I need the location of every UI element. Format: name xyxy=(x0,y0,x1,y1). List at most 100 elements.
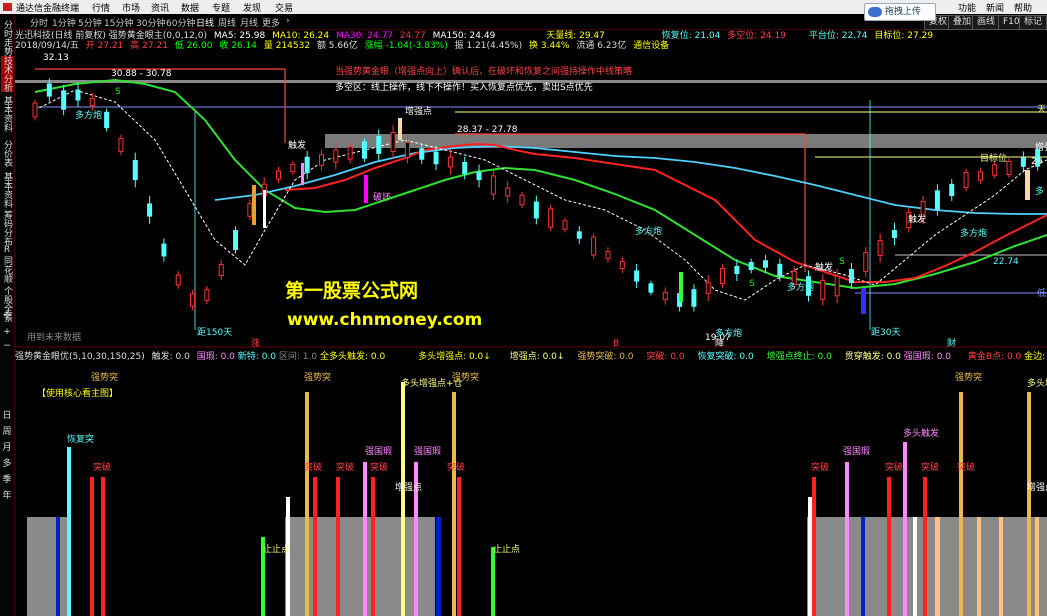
zoom-in-icon[interactable]: + xyxy=(1,326,13,338)
white-marker-bar xyxy=(263,190,266,228)
sidebar-tab-fenshi[interactable]: 分时走势 xyxy=(1,20,13,56)
sidebar-tab-jiben[interactable]: 基本资料 xyxy=(1,96,13,132)
candle-body xyxy=(75,89,81,101)
gold-marker-bar xyxy=(252,185,256,225)
mark-jiang: 降 xyxy=(715,337,724,348)
right-duo-label: 多 xyxy=(1035,185,1044,197)
candle-body xyxy=(490,175,496,195)
menu-item-xinwen[interactable]: 新闻 xyxy=(986,1,1004,14)
candle-body xyxy=(977,171,983,181)
candle-body xyxy=(433,151,439,165)
indicator-bar xyxy=(935,517,940,616)
candle-body xyxy=(89,97,95,107)
period-year-button[interactable]: 年 xyxy=(1,490,13,502)
menu-item-shuju[interactable]: 数据 xyxy=(181,1,199,14)
candle-body xyxy=(777,263,783,277)
menu-item-zhuanti[interactable]: 专题 xyxy=(212,1,230,14)
price-chart[interactable]: 当强势黄金眼（增强点向上）确认后，在破坏和恢复之间强持操作中线策略 多空区：线上… xyxy=(15,50,1047,348)
chevron-right-icon[interactable]: › xyxy=(286,16,290,26)
left-sidebar: 分时走势 技术分析 基本资料 分价表 基本资料 筹码分布 R 同花顺 个股全景 … xyxy=(0,14,15,616)
menu-item-jiaoyi[interactable]: 交易 xyxy=(275,1,293,14)
indicator-bar xyxy=(1035,517,1039,616)
cloud-icon xyxy=(868,7,882,17)
candle-body xyxy=(863,252,869,272)
candle-body xyxy=(763,260,769,268)
menu-item-faxian[interactable]: 发现 xyxy=(243,1,261,14)
zengqiang-label: 增强点 xyxy=(405,105,432,117)
indicator-bar xyxy=(305,392,309,616)
candle-body xyxy=(1020,157,1026,167)
huaxian-button[interactable]: 画线 xyxy=(972,15,1001,30)
pink-marker xyxy=(301,163,304,185)
period-multi-button[interactable]: 多 xyxy=(1,458,13,470)
sidebar-tab-chouma[interactable]: 筹码分布 xyxy=(1,210,13,246)
candle-body xyxy=(1006,160,1012,176)
zoom-out-icon[interactable]: − xyxy=(1,340,13,352)
s-marker-2: S xyxy=(839,257,845,267)
watermark-url: www.chnmoney.com xyxy=(287,310,483,330)
upload-button[interactable]: 拖拽上传 xyxy=(864,3,936,21)
menu-item-bangzhu[interactable]: 帮助 xyxy=(1014,1,1032,14)
tupo-label-7: 突破 xyxy=(885,461,903,473)
ind-huifu: 恢复突破: 0.0 xyxy=(697,352,754,362)
biaoji-button[interactable]: 标记 xyxy=(1019,15,1047,30)
candle-body xyxy=(161,243,167,257)
chufa-label-2: 触发 xyxy=(815,261,833,273)
candle-body xyxy=(333,149,339,163)
rsi-icon[interactable]: R xyxy=(1,244,13,256)
period-day-button[interactable]: 日 xyxy=(1,410,13,422)
candle-body xyxy=(519,194,525,206)
candle-body xyxy=(562,220,568,230)
period-season-button[interactable]: 季 xyxy=(1,474,13,486)
sidebar-tab-jiben2[interactable]: 基本资料 xyxy=(1,172,13,208)
ind-qiangshi: 强势突破: 0.0 xyxy=(577,352,634,362)
high-price-label: 32.13 xyxy=(43,53,69,63)
candle-body xyxy=(318,154,324,166)
target-price-label: 29 xyxy=(1031,157,1043,167)
indicator-bar xyxy=(861,517,865,616)
huifutu-label: 恢复突 xyxy=(67,433,94,445)
qiangguo-label-1: 强国瑕 xyxy=(365,446,392,457)
candle-body xyxy=(61,90,67,110)
indicator-bar xyxy=(67,447,71,616)
indicator-bar xyxy=(887,477,891,616)
candle-body xyxy=(748,262,754,270)
indicator-bar xyxy=(959,392,963,616)
sidebar-tab-fenjia[interactable]: 分价表 xyxy=(1,140,13,167)
period-month-button[interactable]: 月 xyxy=(1,442,13,454)
indicator-chart[interactable]: 【使用核心看主图】 强势突 恢复突 突破 强势突 突破 突破 强国瑕 突破 多头… xyxy=(15,362,1047,616)
duofangpao-label-5: 多方炮 xyxy=(715,327,742,339)
candle-body xyxy=(390,132,396,152)
candle-body xyxy=(720,268,726,284)
candle-body xyxy=(247,203,253,217)
sidebar-tab-jishu[interactable]: 技术分析 xyxy=(1,56,13,92)
indicator-bar xyxy=(313,477,317,616)
candle-body xyxy=(204,289,210,301)
ind-jinbian: 金边: 0.0↓ xyxy=(1024,352,1047,362)
indicator-bar xyxy=(101,477,105,616)
candle-body xyxy=(591,236,597,256)
candle-body xyxy=(548,208,554,228)
candle-body xyxy=(705,282,711,294)
green-marker xyxy=(679,272,683,302)
candle-body xyxy=(963,171,969,189)
indicator-bar xyxy=(286,497,290,616)
candle-body xyxy=(304,156,310,174)
core-hint: 【使用核心看主图】 xyxy=(37,387,118,399)
menu-item-hangqing[interactable]: 行情 xyxy=(92,1,110,14)
pohuai-label: 破坏 xyxy=(373,191,391,203)
candle-body xyxy=(891,229,897,239)
menu-item-shichang[interactable]: 市场 xyxy=(122,1,140,14)
menu-item-gongneng[interactable]: 功能 xyxy=(958,1,976,14)
indicator-bar xyxy=(903,442,907,616)
future-data-note: 用到未来数据 xyxy=(27,331,81,343)
resistance-band xyxy=(325,134,1047,148)
menu-item-zixun[interactable]: 资讯 xyxy=(151,1,169,14)
sidebar-tab-tonghuashun[interactable]: 同花顺 xyxy=(1,256,13,283)
candle-body xyxy=(175,274,181,286)
move-icon[interactable]: ✣ xyxy=(1,310,13,322)
period-week-button[interactable]: 周 xyxy=(1,426,13,438)
zengqiangdian-label-1: 增强点 xyxy=(395,481,422,493)
indicator-bar xyxy=(363,462,367,616)
candle-body xyxy=(104,111,110,129)
